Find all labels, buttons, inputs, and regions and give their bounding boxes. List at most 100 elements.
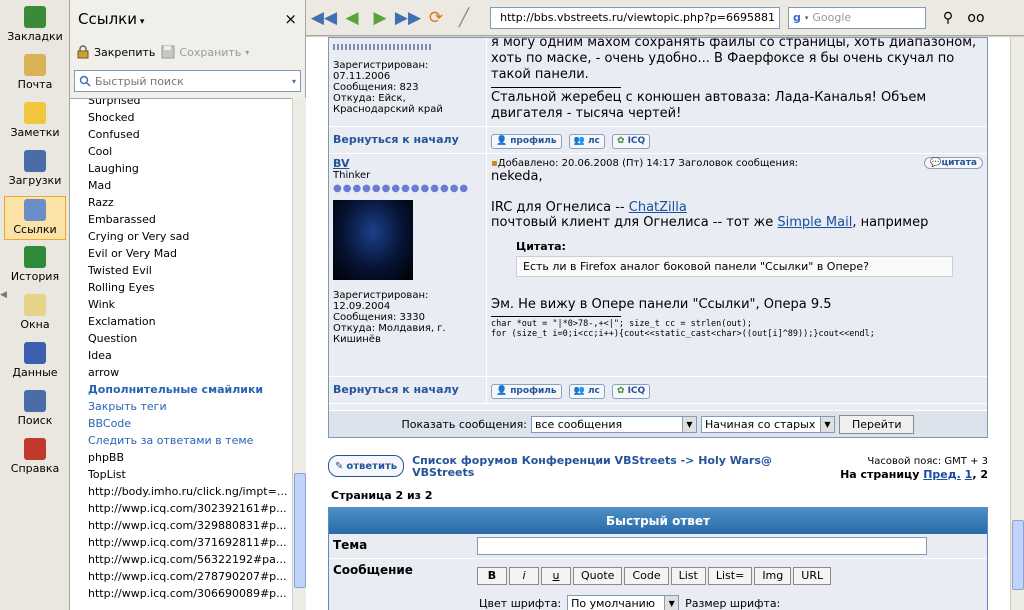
reply-button[interactable]: ✎ ответить <box>328 455 405 477</box>
format-button[interactable]: List= <box>707 567 753 585</box>
simple-mail-link[interactable]: Simple Mail <box>777 215 852 230</box>
link-item[interactable]: Evil or Very Mad <box>70 245 292 262</box>
icq-button[interactable]: ✿ ICQ <box>612 383 651 399</box>
scrollbar-thumb[interactable] <box>1012 520 1024 590</box>
link-item[interactable]: Закрыть теги <box>70 398 292 415</box>
link-item[interactable]: Mad <box>70 177 292 194</box>
scrollbar-thumb[interactable] <box>294 473 306 588</box>
link-item[interactable]: Следить за ответами в теме <box>70 432 292 449</box>
link-item[interactable]: Crying or Very sad <box>70 228 292 245</box>
prev-page-link[interactable]: Пред. <box>923 468 961 481</box>
profile-button[interactable]: 👤 профиль <box>491 383 562 399</box>
format-button[interactable]: u <box>541 567 571 585</box>
back-to-top-link[interactable]: Вернуться к началу <box>333 383 459 396</box>
edit-icon[interactable]: ╱ <box>452 6 476 30</box>
sidebar-item-2[interactable]: Заметки <box>4 100 66 144</box>
sidebar-item-7[interactable]: Данные <box>4 340 66 384</box>
format-button[interactable]: i <box>509 567 539 585</box>
chevron-down-icon[interactable]: ▾ <box>805 14 809 22</box>
zoom-icon[interactable]: ⚲ <box>936 6 960 30</box>
chevron-down-icon[interactable]: ▼ <box>819 416 834 432</box>
format-button[interactable]: List <box>670 567 706 585</box>
link-item[interactable]: Wink <box>70 296 292 313</box>
rewind-icon[interactable]: ◀◀ <box>311 6 337 30</box>
link-item[interactable]: Surprised <box>70 99 292 109</box>
link-item[interactable]: Idea <box>70 347 292 364</box>
chevron-down-icon[interactable]: ▾ <box>137 17 145 27</box>
show-messages-select[interactable]: все сообщения ▼ <box>530 415 697 433</box>
sidebar-item-0[interactable]: Закладки <box>4 4 66 48</box>
format-button[interactable]: URL <box>793 567 832 585</box>
chevron-down-icon[interactable]: ▼ <box>681 416 696 432</box>
pm-button[interactable]: 👥 лс <box>568 133 605 149</box>
link-item[interactable]: Rolling Eyes <box>70 279 292 296</box>
sidebar-item-9[interactable]: Справка <box>4 436 66 480</box>
link-item[interactable]: http://body.imho.ru/click.ng/impt=... <box>70 483 292 500</box>
link-item[interactable]: http://wwp.icq.com/371692811#p... <box>70 534 292 551</box>
link-item[interactable]: Laughing <box>70 160 292 177</box>
chatzilla-link[interactable]: ChatZilla <box>629 200 687 215</box>
link-item[interactable]: BBCode <box>70 415 292 432</box>
post-author-name[interactable]: BV <box>333 157 482 170</box>
link-item[interactable]: Question <box>70 330 292 347</box>
link-item[interactable]: http://wwp.icq.com/56322192#pa... <box>70 551 292 568</box>
profile-button[interactable]: 👤 профиль <box>491 133 562 149</box>
sidebar-item-5[interactable]: История <box>4 244 66 288</box>
sidebar-item-8[interactable]: Поиск <box>4 388 66 432</box>
links-panel-title[interactable]: Ссылки <box>78 10 137 28</box>
address-field[interactable]: http://bbs.vbstreets.ru/viewtopic.php?p=… <box>490 6 780 29</box>
sidebar-item-6[interactable]: Окна <box>4 292 66 336</box>
close-icon[interactable]: × <box>284 10 297 28</box>
back-to-top-link[interactable]: Вернуться к началу <box>333 133 459 146</box>
font-color-select[interactable]: По умолчанию ▼ <box>567 595 680 610</box>
fast-forward-icon[interactable]: ▶▶ <box>395 6 421 30</box>
link-item[interactable]: Cool <box>70 143 292 160</box>
links-scrollbar[interactable] <box>292 98 306 610</box>
quick-search-input[interactable] <box>95 74 285 88</box>
link-item[interactable]: Дополнительные смайлики <box>70 381 292 398</box>
link-item[interactable]: Confused <box>70 126 292 143</box>
chevron-down-icon[interactable]: ▼ <box>664 596 679 610</box>
pin-button[interactable]: Закрепить <box>76 45 155 59</box>
link-item[interactable]: TopList <box>70 466 292 483</box>
format-button[interactable]: Quote <box>573 567 623 585</box>
link-item[interactable]: phpBB <box>70 449 292 466</box>
quick-search-field[interactable]: ▾ <box>74 70 301 92</box>
link-item[interactable]: Exclamation <box>70 313 292 330</box>
link-item[interactable]: Shocked <box>70 109 292 126</box>
go-button[interactable]: Перейти <box>838 414 915 434</box>
sidebar-item-4[interactable]: Ссылки <box>4 196 66 240</box>
back-icon[interactable]: ◀ <box>340 6 364 30</box>
link-item[interactable]: Embarassed <box>70 211 292 228</box>
pm-button[interactable]: 👥 лс <box>568 383 605 399</box>
quote-button[interactable]: 💬цитата <box>924 157 983 169</box>
link-item[interactable]: http://wwp.icq.com/278790207#p... <box>70 568 292 585</box>
sort-order-select[interactable]: Начиная со старых ▼ <box>700 415 835 433</box>
sidebar-item-3[interactable]: Загрузки <box>4 148 66 192</box>
chevron-down-icon[interactable]: ▾ <box>292 77 296 86</box>
format-button[interactable]: B <box>477 567 507 585</box>
link-item[interactable]: Twisted Evil <box>70 262 292 279</box>
forward-icon[interactable]: ▶ <box>368 6 392 30</box>
collapse-grip-icon[interactable]: ◀ <box>0 290 7 310</box>
link-item[interactable]: http://wwp.icq.com/329880831#p... <box>70 517 292 534</box>
save-button[interactable]: Сохранить ▾ <box>161 45 249 59</box>
bookmarks-icon <box>24 6 46 28</box>
link-item[interactable]: arrow <box>70 364 292 381</box>
google-icon[interactable]: g <box>793 11 801 24</box>
page-scrollbar[interactable] <box>1010 37 1024 610</box>
reload-icon[interactable]: ⟳ <box>424 6 448 30</box>
link-item[interactable]: http://wwp.icq.com/302392161#p... <box>70 500 292 517</box>
search-engine-field[interactable]: g ▾ Google <box>788 6 926 29</box>
format-button[interactable]: Img <box>754 567 792 585</box>
chevron-down-icon[interactable]: ▾ <box>245 48 249 57</box>
link-item[interactable]: Razz <box>70 194 292 211</box>
sidebar-item-1[interactable]: Почта <box>4 52 66 96</box>
breadcrumb[interactable]: Список форумов Конференции VBStreets -> … <box>412 455 812 479</box>
format-button[interactable]: Code <box>624 567 669 585</box>
glasses-icon[interactable]: oo <box>964 6 988 30</box>
page-link-1[interactable]: 1 <box>965 468 973 481</box>
topic-input[interactable] <box>477 537 927 555</box>
link-item[interactable]: http://wwp.icq.com/306690089#p... <box>70 585 292 602</box>
icq-button[interactable]: ✿ ICQ <box>612 133 651 149</box>
